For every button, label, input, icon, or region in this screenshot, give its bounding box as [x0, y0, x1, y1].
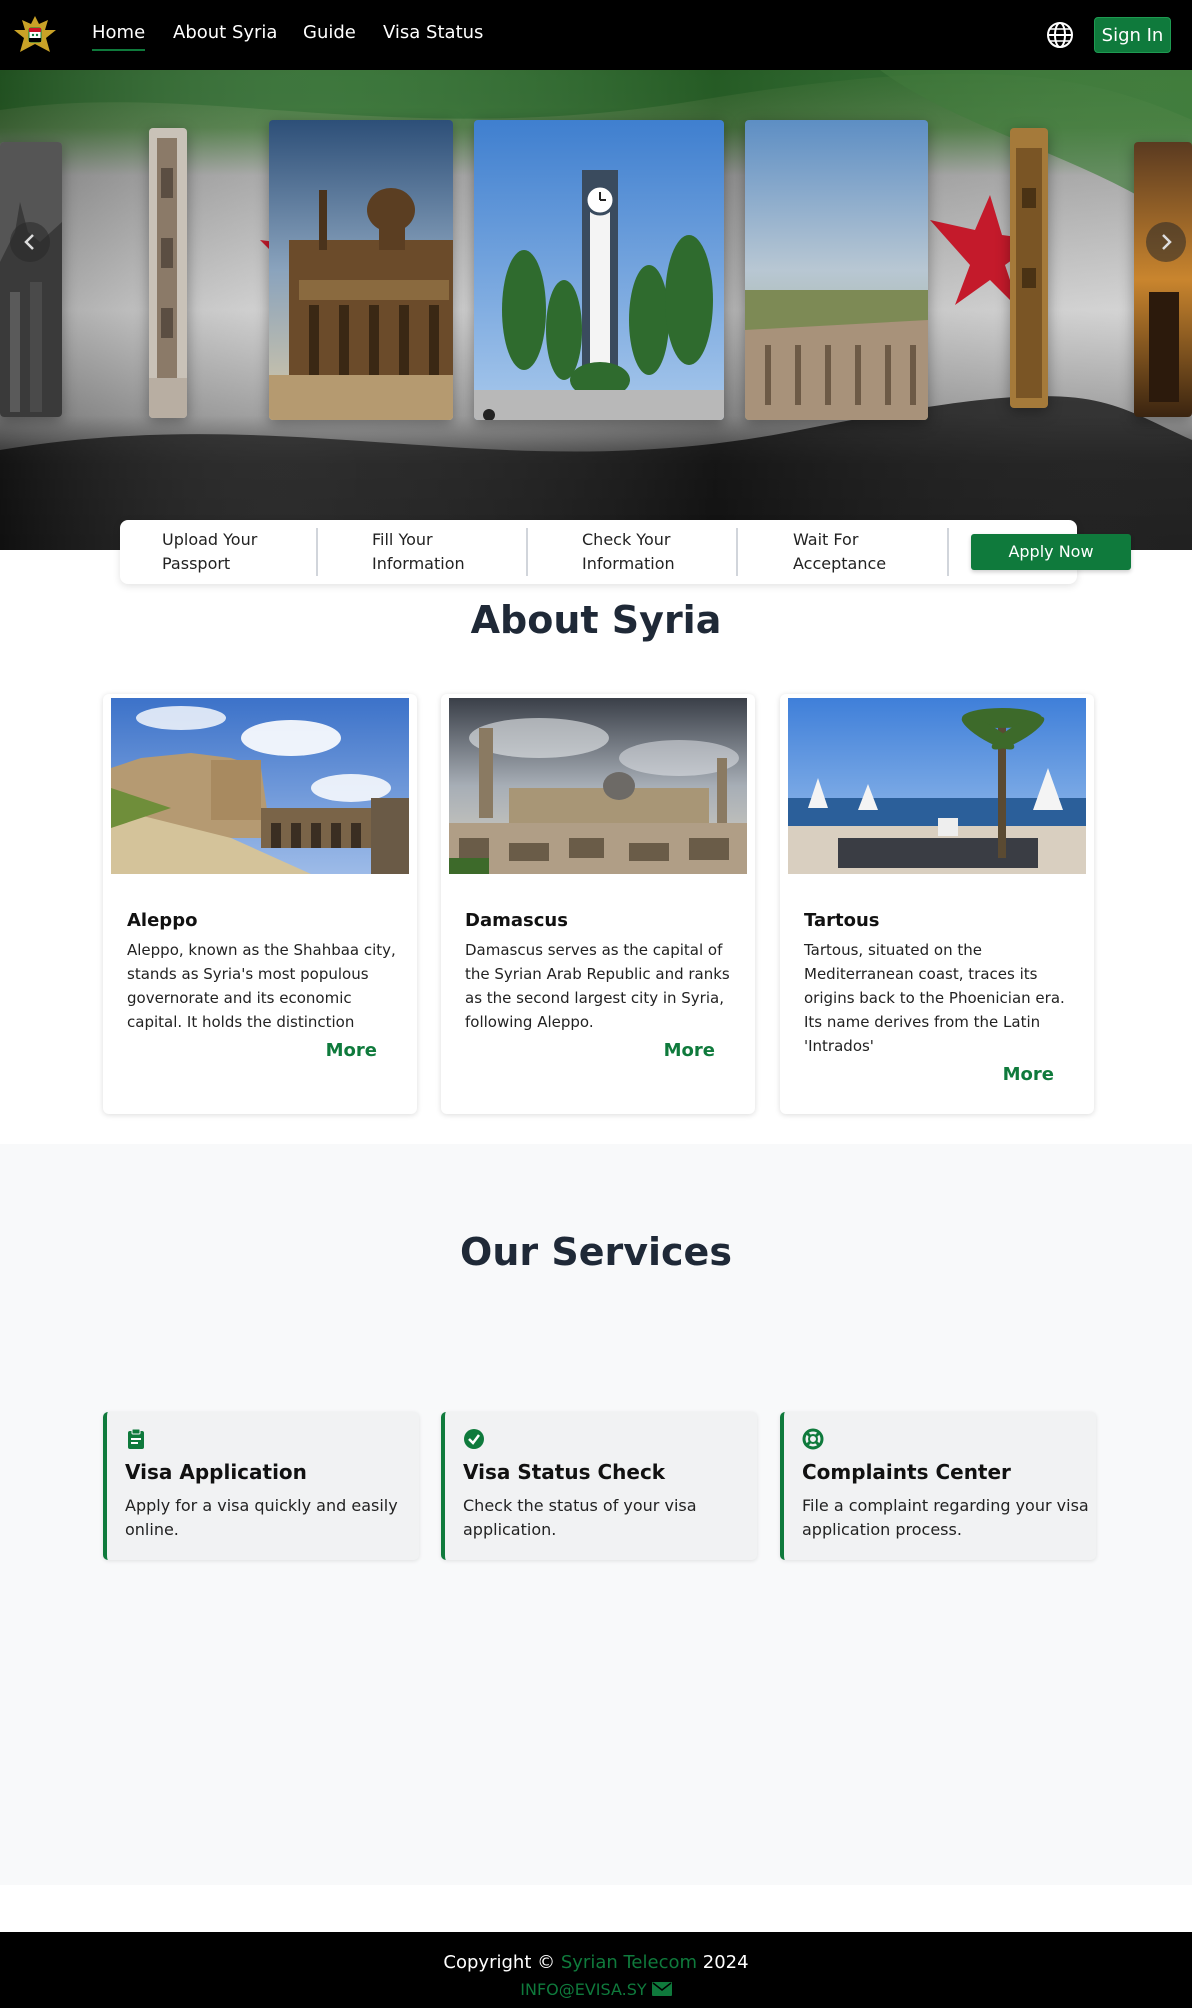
tartous-beach-image: [788, 698, 1086, 874]
city-description-aleppo: Aleppo, known as the Shahbaa city, stand…: [127, 941, 396, 1031]
step-upload-passport: Upload Your Passport: [162, 530, 258, 573]
slide-minaret-ruins-image: [149, 128, 187, 418]
city-description-tartous: Tartous, situated on the Mediterranean c…: [804, 941, 1065, 1055]
nav-link-home[interactable]: Home: [92, 22, 146, 51]
service-desc-visa-status-check: Check the status of your visa applicatio…: [463, 1496, 697, 1539]
copyright-text: Copyright © Syrian Telecom 2024: [0, 1952, 1192, 1973]
city-card-damascus: Damascus Damascus serves as the capital …: [441, 694, 755, 1114]
site-footer: Copyright © Syrian Telecom 2024 INFO@EVI…: [0, 1932, 1192, 2008]
service-visa-status-check[interactable]: Visa Status Check Check the status of yo…: [441, 1412, 757, 1560]
carousel-prev-button[interactable]: [10, 222, 50, 262]
sign-in-button[interactable]: Sign In: [1094, 17, 1171, 53]
our-services-heading: Our Services: [460, 1230, 732, 1274]
slide-minaret-ruins[interactable]: [149, 128, 187, 418]
about-syria-heading: About Syria: [470, 598, 722, 642]
slide-ruins-left-image: [0, 142, 62, 417]
city-name-tartous: Tartous: [804, 910, 880, 931]
service-title-visa-application: Visa Application: [125, 1460, 307, 1484]
slide-umayyad-mosque-image: [269, 120, 453, 420]
apply-now-button[interactable]: Apply Now: [971, 534, 1131, 570]
chevron-right-icon: [1162, 234, 1172, 250]
company-link[interactable]: Syrian Telecom: [561, 1952, 697, 1973]
damascus-mosque-image: [449, 698, 747, 874]
step-divider: [316, 528, 318, 576]
step-check-information: Check Your Information: [582, 530, 675, 573]
city-description-damascus: Damascus serves as the capital of the Sy…: [465, 941, 730, 1031]
city-name-damascus: Damascus: [465, 910, 568, 931]
service-desc-complaints-center: File a complaint regarding your visa app…: [802, 1496, 1089, 1539]
city-name-aleppo: Aleppo: [127, 910, 198, 931]
city-card-aleppo: Aleppo Aleppo, known as the Shahbaa city…: [103, 694, 417, 1114]
more-link-tartous[interactable]: More: [1003, 1064, 1054, 1085]
service-title-visa-status-check: Visa Status Check: [463, 1460, 666, 1484]
copyright-year: 2024: [702, 1952, 749, 1973]
slide-homs-clock-tower[interactable]: [474, 120, 724, 420]
nav-link-guide[interactable]: Guide: [303, 22, 356, 43]
globe-icon[interactable]: [1046, 21, 1074, 49]
clipboard-icon: [128, 1428, 144, 1449]
application-steps-bar: Upload Your Passport Fill Your Informati…: [120, 520, 1077, 584]
step-divider: [736, 528, 738, 576]
service-complaints-center[interactable]: Complaints Center File a complaint regar…: [780, 1412, 1096, 1560]
syrian-eagle-emblem-icon[interactable]: [12, 12, 58, 58]
step-fill-information: Fill Your Information: [372, 530, 465, 573]
service-title-complaints-center: Complaints Center: [802, 1460, 1011, 1484]
slide-sunset-ruins-image: [1134, 142, 1192, 417]
slide-umayyad-mosque[interactable]: [269, 120, 453, 420]
service-visa-application[interactable]: Visa Application Apply for a visa quickl…: [103, 1412, 419, 1560]
nav-link-visa-status[interactable]: Visa Status: [383, 22, 483, 43]
slide-sunset-ruins[interactable]: [1134, 142, 1192, 417]
slide-roman-theatre[interactable]: [745, 120, 928, 420]
slide-ruins-left[interactable]: [0, 142, 62, 417]
hero-carousel: [0, 70, 1192, 550]
step-divider: [947, 528, 949, 576]
nav-link-about-syria[interactable]: About Syria: [173, 22, 277, 43]
city-card-tartous: Tartous Tartous, situated on the Mediter…: [780, 694, 1094, 1114]
lifebuoy-icon: [802, 1428, 824, 1450]
top-navbar: Home About Syria Guide Visa Status Sign …: [0, 0, 1192, 70]
slide-homs-clock-tower-image: [474, 120, 724, 420]
contact-email-text[interactable]: INFO@EVISA.SY: [520, 1980, 646, 1999]
check-circle-icon: [464, 1429, 484, 1449]
slide-old-tower-image: [1010, 128, 1048, 408]
aleppo-citadel-image: [111, 698, 409, 874]
slide-roman-theatre-image: [745, 120, 928, 420]
chevron-left-icon: [24, 234, 34, 250]
slide-old-tower[interactable]: [1010, 128, 1048, 408]
more-link-aleppo[interactable]: More: [326, 1040, 377, 1061]
contact-email[interactable]: INFO@EVISA.SY: [0, 1980, 1192, 1999]
copyright-prefix: Copyright ©: [443, 1952, 556, 1973]
envelope-icon: [651, 1982, 672, 1996]
step-wait-acceptance: Wait For Acceptance: [793, 530, 887, 573]
more-link-damascus[interactable]: More: [664, 1040, 715, 1061]
step-divider: [526, 528, 528, 576]
carousel-next-button[interactable]: [1146, 222, 1186, 262]
service-desc-visa-application: Apply for a visa quickly and easily onli…: [125, 1496, 398, 1539]
